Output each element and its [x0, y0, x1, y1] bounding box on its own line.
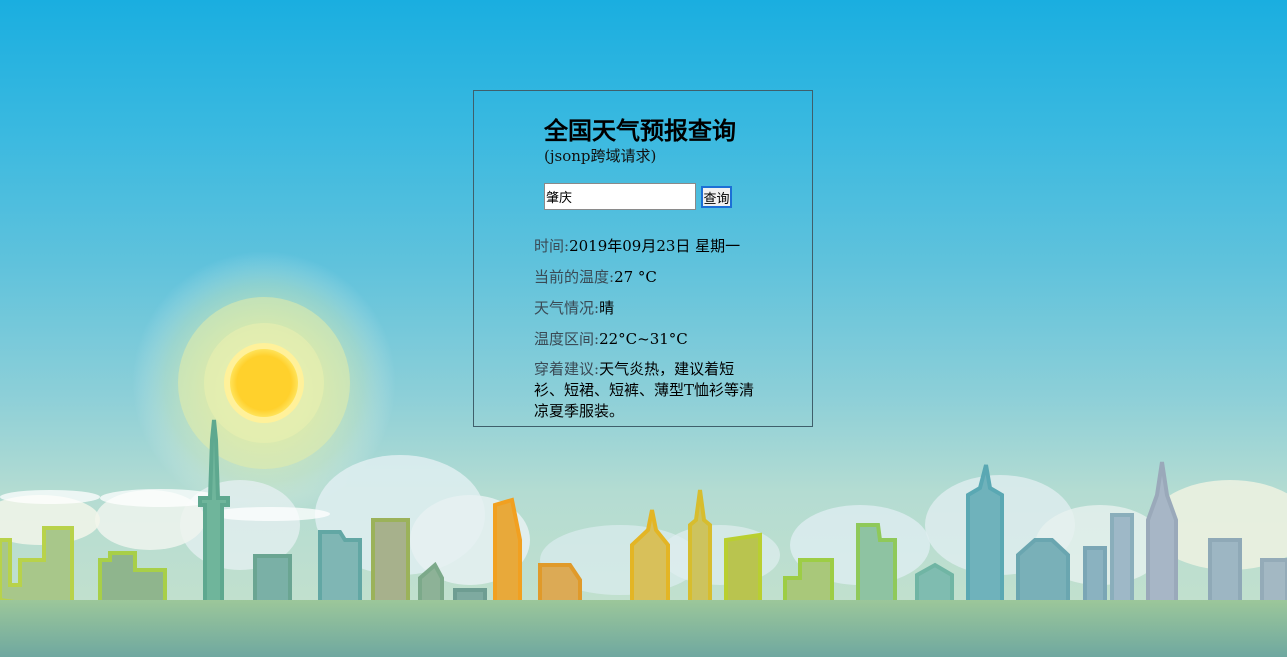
- weather-condition-row: 天气情况:晴: [534, 298, 759, 319]
- temperature-range-value: 22°C~31°C: [599, 330, 688, 348]
- weather-panel: 全国天气预报查询 (jsonp跨域请求) 查询 时间:2019年09月23日 星…: [473, 90, 813, 427]
- weather-condition-value: 晴: [599, 299, 615, 317]
- current-temperature-row: 当前的温度:27 °C: [534, 267, 759, 288]
- dressing-advice-label: 穿着建议:: [534, 360, 600, 378]
- current-temperature-label: 当前的温度:: [534, 268, 615, 286]
- time-label: 时间:: [534, 237, 570, 255]
- temperature-range-label: 温度区间:: [534, 330, 600, 348]
- dressing-advice-row: 穿着建议:天气炎热，建议着短衫、短裙、短裤、薄型T恤衫等清凉夏季服装。: [534, 359, 759, 422]
- current-temperature-value: 27 °C: [614, 268, 657, 286]
- city-input[interactable]: [544, 183, 696, 210]
- temperature-range-row: 温度区间:22°C~31°C: [534, 329, 759, 350]
- time-row: 时间:2019年09月23日 星期一: [534, 236, 759, 257]
- weather-condition-label: 天气情况:: [534, 299, 600, 317]
- query-button[interactable]: 查询: [701, 186, 732, 208]
- ground: [0, 600, 1287, 657]
- time-value: 2019年09月23日 星期一: [569, 237, 741, 255]
- page-title: 全国天气预报查询: [544, 117, 736, 145]
- page-subtitle: (jsonp跨域请求): [544, 147, 657, 165]
